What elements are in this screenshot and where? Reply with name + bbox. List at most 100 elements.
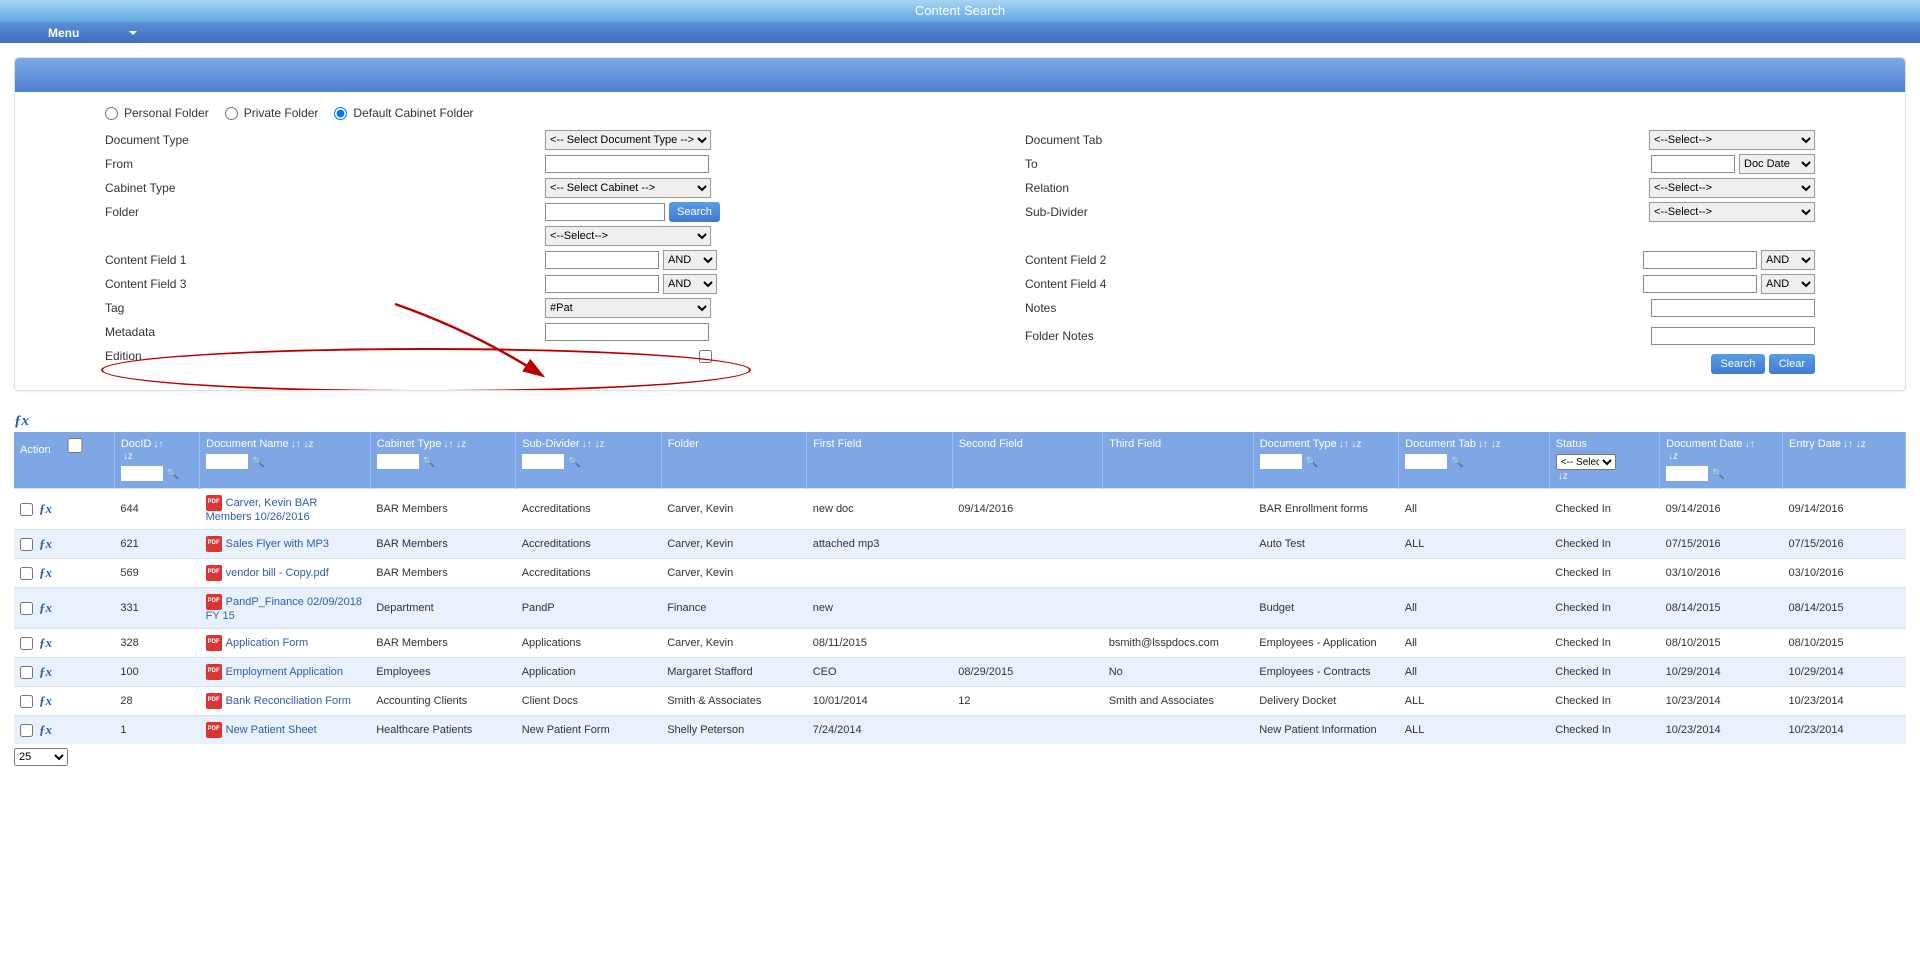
- table-row[interactable]: ƒx328Application FormBAR MembersApplicat…: [14, 629, 1906, 658]
- fx-icon[interactable]: ƒx: [39, 693, 52, 709]
- cf1-op-select[interactable]: AND: [663, 250, 717, 270]
- table-row[interactable]: ƒx621Sales Flyer with MP3BAR MembersAccr…: [14, 530, 1906, 559]
- document-type-select[interactable]: <-- Select Document Type -->: [545, 130, 711, 150]
- docname-link[interactable]: Application Form: [226, 637, 309, 649]
- docname-link[interactable]: Carver, Kevin BAR Members 10/26/2016: [206, 497, 318, 523]
- table-row[interactable]: ƒx644Carver, Kevin BAR Members 10/26/201…: [14, 489, 1906, 530]
- pdf-icon: [206, 594, 222, 610]
- search-icon[interactable]: 🔍: [1711, 467, 1725, 480]
- col-first-field[interactable]: First Field: [807, 432, 953, 489]
- cell-sf: [952, 559, 1103, 588]
- fx-icon[interactable]: ƒx: [39, 536, 52, 552]
- cf4-input[interactable]: [1643, 275, 1757, 293]
- cf3-input[interactable]: [545, 275, 659, 293]
- docname-link[interactable]: Employment Application: [226, 666, 343, 678]
- row-checkbox[interactable]: [20, 503, 33, 516]
- fx-icon[interactable]: ƒx: [39, 600, 52, 616]
- col-docdate[interactable]: Document Date↓↑↓z 🔍: [1660, 432, 1783, 489]
- col-docid[interactable]: DocID↓↑↓z 🔍: [114, 432, 199, 489]
- docdate-filter[interactable]: [1666, 466, 1708, 481]
- fx-icon[interactable]: ƒx: [39, 501, 52, 517]
- folder-input[interactable]: [545, 203, 665, 221]
- to-date-select[interactable]: Doc Date: [1739, 154, 1815, 174]
- cell-folder: Carver, Kevin: [661, 489, 807, 530]
- search-icon[interactable]: 🔍: [422, 455, 436, 468]
- table-row[interactable]: ƒx1New Patient SheetHealthcare PatientsN…: [14, 716, 1906, 745]
- table-row[interactable]: ƒx100Employment ApplicationEmployeesAppl…: [14, 658, 1906, 687]
- doctype-filter[interactable]: [1260, 454, 1302, 469]
- personal-folder-radio[interactable]: [105, 107, 118, 120]
- search-icon[interactable]: 🔍: [1305, 455, 1319, 468]
- metadata-input[interactable]: [545, 323, 709, 341]
- folder-search-button[interactable]: Search: [669, 202, 720, 222]
- edition-checkbox[interactable]: [699, 350, 712, 363]
- docname-link[interactable]: Sales Flyer with MP3: [226, 538, 329, 550]
- folder-notes-input[interactable]: [1651, 327, 1815, 345]
- cf1-input[interactable]: [545, 251, 659, 269]
- col-status[interactable]: Status <-- Select ↓z: [1549, 432, 1659, 489]
- page-size-select[interactable]: 25: [14, 748, 68, 766]
- table-row[interactable]: ƒx331PandP_Finance 02/09/2018 FY 15Depar…: [14, 588, 1906, 629]
- row-checkbox[interactable]: [20, 637, 33, 650]
- col-doctype[interactable]: Document Type↓↑ ↓z 🔍: [1253, 432, 1399, 489]
- cabinet-type-select[interactable]: <-- Select Cabinet -->: [545, 178, 711, 198]
- cabtype-filter[interactable]: [377, 454, 419, 469]
- col-entrydate[interactable]: Entry Date↓↑ ↓z: [1783, 432, 1906, 489]
- search-icon[interactable]: 🔍: [166, 467, 180, 480]
- status-filter[interactable]: <-- Select: [1556, 454, 1616, 470]
- table-row[interactable]: ƒx28Bank Reconciliation FormAccounting C…: [14, 687, 1906, 716]
- search-icon[interactable]: 🔍: [567, 455, 581, 468]
- col-cabtype[interactable]: Cabinet Type↓↑ ↓z 🔍: [370, 432, 516, 489]
- col-subdiv[interactable]: Sub-Divider↓↑ ↓z 🔍: [516, 432, 662, 489]
- row-checkbox[interactable]: [20, 724, 33, 737]
- tag-select[interactable]: #Pat: [545, 298, 711, 318]
- col-second-field[interactable]: Second Field: [952, 432, 1103, 489]
- subdiv-filter[interactable]: [522, 454, 564, 469]
- row-checkbox[interactable]: [20, 666, 33, 679]
- notes-input[interactable]: [1651, 299, 1815, 317]
- cf4-op-select[interactable]: AND: [1761, 274, 1815, 294]
- to-input[interactable]: [1651, 155, 1735, 173]
- from-input[interactable]: [545, 155, 709, 173]
- row-checkbox[interactable]: [20, 695, 33, 708]
- row-checkbox[interactable]: [20, 538, 33, 551]
- menu-label: Menu: [48, 26, 79, 40]
- col-docname[interactable]: Document Name↓↑ ↓z 🔍: [200, 432, 371, 489]
- doctab-filter[interactable]: [1405, 454, 1447, 469]
- col-folder[interactable]: Folder: [661, 432, 807, 489]
- docname-link[interactable]: Bank Reconciliation Form: [226, 695, 351, 707]
- docname-filter[interactable]: [206, 454, 248, 469]
- search-icon[interactable]: 🔍: [251, 455, 265, 468]
- menu-button[interactable]: Menu: [48, 26, 137, 40]
- sub-divider-select[interactable]: <--Select-->: [1649, 202, 1815, 222]
- select-all-checkbox[interactable]: [54, 438, 96, 453]
- col-third-field[interactable]: Third Field: [1103, 432, 1254, 489]
- private-folder-radio[interactable]: [225, 107, 238, 120]
- default-cabinet-radio[interactable]: [334, 107, 347, 120]
- document-tab-select[interactable]: <--Select-->: [1649, 130, 1815, 150]
- search-button[interactable]: Search: [1711, 354, 1766, 374]
- cf3-op-select[interactable]: AND: [663, 274, 717, 294]
- cf2-input[interactable]: [1643, 251, 1757, 269]
- fx-icon[interactable]: ƒx: [39, 722, 52, 738]
- folder-sub-select[interactable]: <--Select-->: [545, 226, 711, 246]
- row-checkbox[interactable]: [20, 602, 33, 615]
- fx-icon[interactable]: ƒx: [39, 664, 52, 680]
- pager: 25: [14, 748, 1920, 766]
- fx-icon[interactable]: ƒx: [14, 413, 29, 429]
- relation-select[interactable]: <--Select-->: [1649, 178, 1815, 198]
- docname-link[interactable]: New Patient Sheet: [226, 724, 317, 736]
- docid-filter[interactable]: [121, 466, 163, 481]
- fx-icon[interactable]: ƒx: [39, 565, 52, 581]
- docname-link[interactable]: PandP_Finance 02/09/2018 FY 15: [206, 596, 362, 622]
- docname-link[interactable]: vendor bill - Copy.pdf: [226, 567, 329, 579]
- cf2-op-select[interactable]: AND: [1761, 250, 1815, 270]
- row-checkbox[interactable]: [20, 567, 33, 580]
- fx-icon[interactable]: ƒx: [39, 635, 52, 651]
- cell-tf: [1103, 530, 1254, 559]
- pdf-icon: [206, 565, 222, 581]
- table-row[interactable]: ƒx569vendor bill - Copy.pdfBAR MembersAc…: [14, 559, 1906, 588]
- clear-button[interactable]: Clear: [1769, 354, 1815, 374]
- search-icon[interactable]: 🔍: [1450, 455, 1464, 468]
- col-doctab[interactable]: Document Tab↓↑ ↓z 🔍: [1399, 432, 1550, 489]
